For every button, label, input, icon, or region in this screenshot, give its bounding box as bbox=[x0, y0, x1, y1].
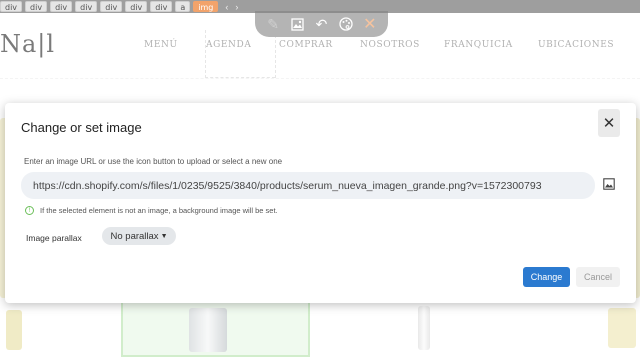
breadcrumb-prev-icon[interactable]: ‹ bbox=[225, 2, 228, 12]
breadcrumb-item-active[interactable]: img bbox=[193, 1, 219, 12]
change-button[interactable]: Change bbox=[523, 267, 570, 287]
parallax-label: Image parallax bbox=[26, 233, 82, 243]
breadcrumb-item[interactable]: div bbox=[150, 1, 173, 12]
info-row: ! If the selected element is not an imag… bbox=[25, 206, 278, 215]
breadcrumb-item[interactable]: div bbox=[125, 1, 148, 12]
breadcrumb-item[interactable]: div bbox=[100, 1, 123, 12]
upload-image-button[interactable] bbox=[601, 176, 617, 192]
chevron-down-icon: ▼ bbox=[160, 232, 168, 240]
breadcrumb-item[interactable]: div bbox=[75, 1, 98, 12]
breadcrumb-item[interactable]: div bbox=[0, 1, 23, 12]
info-text: If the selected element is not an image,… bbox=[40, 206, 278, 215]
modal-title: Change or set image bbox=[21, 120, 142, 135]
parallax-select[interactable]: No parallax ▼ bbox=[102, 227, 176, 245]
breadcrumb-next-icon[interactable]: › bbox=[235, 2, 238, 12]
info-check-icon: ! bbox=[25, 206, 34, 215]
image-url-input[interactable] bbox=[21, 172, 595, 199]
cancel-button[interactable]: Cancel bbox=[576, 267, 620, 287]
breadcrumb-item[interactable]: div bbox=[25, 1, 48, 12]
breadcrumb-item[interactable]: a bbox=[175, 1, 191, 12]
url-hint: Enter an image URL or use the icon butto… bbox=[24, 157, 283, 166]
change-image-modal: Change or set image ✕ Enter an image URL… bbox=[5, 103, 636, 303]
image-icon bbox=[603, 178, 615, 190]
parallax-select-value: No parallax bbox=[110, 230, 159, 242]
modal-close-button[interactable]: ✕ bbox=[598, 109, 620, 137]
close-icon: ✕ bbox=[602, 115, 616, 132]
breadcrumb-item[interactable]: div bbox=[50, 1, 73, 12]
